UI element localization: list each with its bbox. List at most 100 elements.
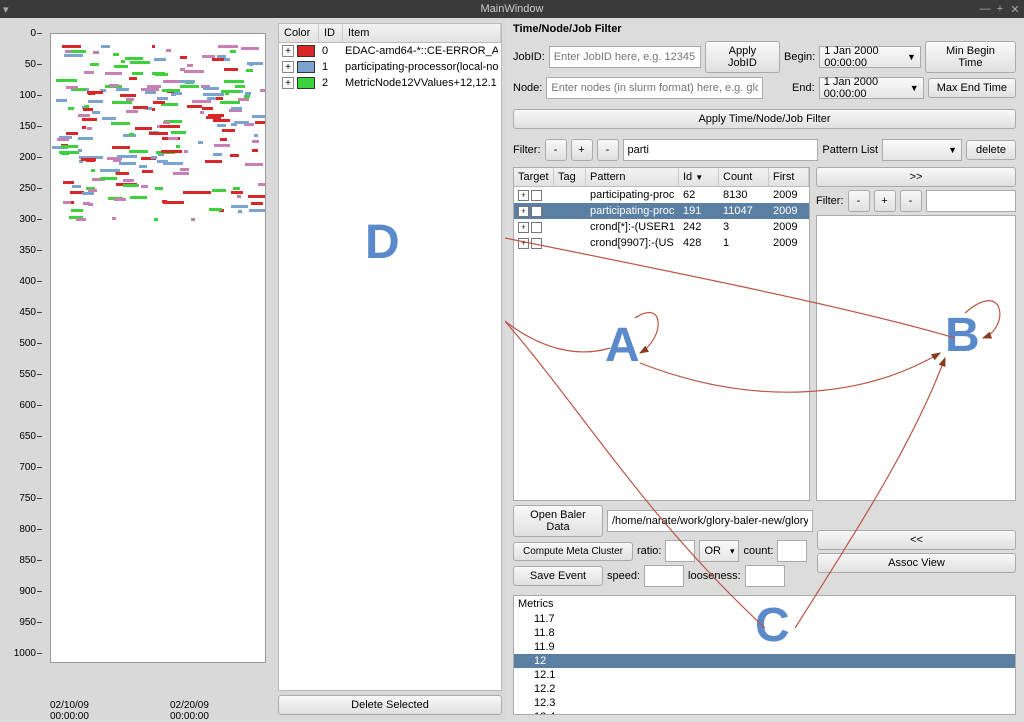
table-row[interactable]: + crond[9907]:-(US 428 1 2009 xyxy=(514,235,809,251)
plot-mark xyxy=(116,88,129,91)
count-input[interactable] xyxy=(777,540,807,562)
looseness-input[interactable] xyxy=(745,565,785,587)
filter-b-plus[interactable]: + xyxy=(874,190,896,212)
metrics-item[interactable]: 11.7 xyxy=(514,612,1015,626)
or-combo[interactable]: OR▾ xyxy=(699,540,739,562)
chevron-down-icon: ▼ xyxy=(910,83,919,93)
row-checkbox[interactable] xyxy=(531,190,542,201)
metrics-item[interactable]: 12.3 xyxy=(514,696,1015,710)
legend-header-item[interactable]: Item xyxy=(343,24,501,42)
filter-minus-button[interactable]: - xyxy=(545,139,567,161)
row-checkbox[interactable] xyxy=(531,222,542,233)
expand-icon[interactable]: + xyxy=(518,222,529,233)
y-tick: 700 xyxy=(0,462,36,473)
window-menu-icon[interactable]: ▾ xyxy=(3,3,9,16)
expand-icon[interactable]: + xyxy=(282,45,294,57)
plot-mark xyxy=(82,118,96,121)
metrics-item[interactable]: 12.2 xyxy=(514,682,1015,696)
plot-mark xyxy=(61,145,78,148)
th-first[interactable]: First xyxy=(769,168,809,186)
save-event-button[interactable]: Save Event xyxy=(513,566,603,586)
metrics-item[interactable]: 11.8 xyxy=(514,626,1015,640)
plot-mark xyxy=(130,61,150,64)
pattern-list-table[interactable] xyxy=(816,215,1016,501)
plot-mark xyxy=(100,177,117,180)
plot-mark xyxy=(163,201,183,204)
plot-mark xyxy=(216,97,223,100)
node-input[interactable] xyxy=(546,77,762,99)
legend-header-id[interactable]: ID xyxy=(319,24,343,42)
plot-mark xyxy=(191,218,195,221)
delete-selected-button[interactable]: Delete Selected xyxy=(278,695,502,715)
filter-b-input[interactable] xyxy=(926,190,1017,212)
plot-mark xyxy=(66,86,78,89)
metrics-item[interactable]: 12.4 xyxy=(514,710,1015,715)
plot-mark xyxy=(257,209,264,212)
legend-row[interactable]: + 0 EDAC-amd64-*::CE-ERROR_ADDRESS=:* xyxy=(279,43,501,59)
filter-b-minus[interactable]: - xyxy=(848,190,870,212)
expand-icon[interactable]: + xyxy=(518,238,529,249)
metrics-item[interactable]: 12 xyxy=(514,654,1015,668)
plot-mark xyxy=(179,80,196,83)
row-checkbox[interactable] xyxy=(531,238,542,249)
table-row[interactable]: + crond[*]:-(USER1 242 3 2009 xyxy=(514,219,809,235)
baler-path-input[interactable] xyxy=(607,510,813,532)
apply-jobid-button[interactable]: Apply JobID xyxy=(705,41,780,73)
cell-count: 11047 xyxy=(719,204,769,218)
plot-mark xyxy=(247,62,263,65)
legend-header-color[interactable]: Color xyxy=(279,24,319,42)
th-count[interactable]: Count xyxy=(719,168,769,186)
pattern-list-combo[interactable]: ▼ xyxy=(882,139,962,161)
expand-icon[interactable]: + xyxy=(282,77,294,89)
plot-mark xyxy=(246,69,253,72)
filter-clear-button[interactable]: - xyxy=(597,139,619,161)
plot-area[interactable] xyxy=(50,33,266,663)
plot-mark xyxy=(245,92,251,95)
transfer-right-button[interactable]: >> xyxy=(816,167,1016,187)
minimize-icon[interactable]: — xyxy=(979,3,991,15)
compute-meta-button[interactable]: Compute Meta Cluster xyxy=(513,542,633,561)
end-time-combo[interactable]: 1 Jan 2000 00:00:00▼ xyxy=(819,77,924,99)
speed-input[interactable] xyxy=(644,565,684,587)
table-row[interactable]: + participating-proc 191 11047 2009 xyxy=(514,203,809,219)
th-id[interactable]: Id ▼ xyxy=(679,168,719,186)
min-begin-button[interactable]: Min Begin Time xyxy=(925,41,1016,73)
filter-plus-button[interactable]: + xyxy=(571,139,593,161)
table-row[interactable]: + participating-proc 62 8130 2009 xyxy=(514,187,809,203)
row-checkbox[interactable] xyxy=(531,206,542,217)
th-tag[interactable]: Tag xyxy=(554,168,586,186)
ratio-input[interactable] xyxy=(665,540,695,562)
plot-mark xyxy=(123,184,138,187)
legend-row[interactable]: + 2 MetricNode12VValues+12,12.1 xyxy=(279,75,501,91)
plot-mark xyxy=(151,156,157,159)
expand-icon[interactable]: + xyxy=(518,206,529,217)
expand-icon[interactable]: + xyxy=(518,190,529,201)
close-icon[interactable]: ✕ xyxy=(1009,3,1021,15)
plot-mark xyxy=(240,90,243,93)
maximize-icon[interactable]: + xyxy=(994,3,1006,15)
plot-mark xyxy=(84,71,94,74)
pattern-delete-button[interactable]: delete xyxy=(966,140,1016,160)
plot-mark xyxy=(173,172,189,175)
filter-b-clear[interactable]: - xyxy=(900,190,922,212)
metrics-item[interactable]: 12.1 xyxy=(514,668,1015,682)
apply-filter-button[interactable]: Apply Time/Node/Job Filter xyxy=(513,109,1016,129)
plot-mark xyxy=(187,64,193,67)
transfer-left-button[interactable]: << xyxy=(817,530,1016,550)
metrics-list[interactable]: Metrics 11.711.811.91212.112.212.312.4 xyxy=(513,595,1016,715)
legend-row[interactable]: + 1 participating-processor(local-node-r… xyxy=(279,59,501,75)
y-tick: 550 xyxy=(0,369,36,380)
th-target[interactable]: Target xyxy=(514,168,554,186)
pattern-filter-input[interactable] xyxy=(623,139,819,161)
assoc-view-button[interactable]: Assoc View xyxy=(817,553,1016,573)
plot-mark xyxy=(112,217,116,220)
begin-time-combo[interactable]: 1 Jan 2000 00:00:00▼ xyxy=(819,46,921,68)
metrics-item[interactable]: 11.9 xyxy=(514,640,1015,654)
expand-icon[interactable]: + xyxy=(282,61,294,73)
open-baler-button[interactable]: Open Baler Data xyxy=(513,505,603,537)
max-end-button[interactable]: Max End Time xyxy=(928,78,1016,98)
y-tick: 800 xyxy=(0,524,36,535)
jobid-input[interactable] xyxy=(549,46,701,68)
pattern-table[interactable]: Target Tag Pattern Id ▼ Count First + pa… xyxy=(513,167,810,501)
th-pattern[interactable]: Pattern xyxy=(586,168,679,186)
